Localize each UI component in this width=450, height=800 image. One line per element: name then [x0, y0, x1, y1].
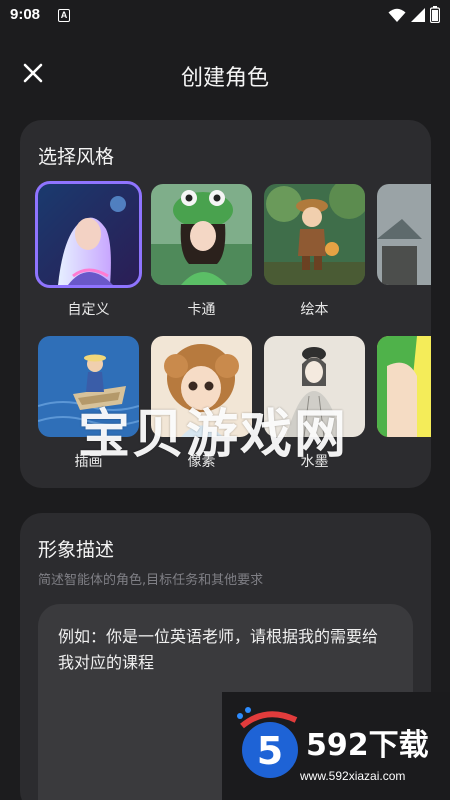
cartoon-style-image — [151, 184, 252, 285]
style-option-partial-2[interactable] — [377, 336, 431, 451]
custom-style-image — [38, 184, 139, 285]
picture-book-style-image — [264, 184, 365, 285]
style-option-custom[interactable]: 自定义 — [35, 181, 142, 319]
logo-emblem-icon: 5 — [237, 707, 298, 778]
signal-icon — [411, 7, 425, 22]
landscape-style-image — [377, 184, 431, 285]
style-option-cartoon[interactable]: 卡通 — [151, 184, 252, 319]
status-bar: 9:08 A — [0, 0, 450, 32]
logo-url: www.592xiazai.com — [300, 769, 406, 783]
description-subtitle: 简述智能体的角色,目标任务和其他要求 — [38, 573, 264, 588]
style-thumbnail[interactable] — [35, 181, 142, 288]
logo-number: 5 — [257, 729, 283, 773]
watermark-text: 宝贝游戏网 — [78, 405, 349, 465]
style-option-picture-book[interactable]: 绘本 — [264, 184, 365, 319]
notification-badge: A — [58, 9, 70, 22]
top-bar: 创建角色 — [0, 48, 450, 98]
style-option-partial[interactable] — [377, 184, 431, 299]
style-label: 自定义 — [67, 302, 110, 318]
style-thumbnail[interactable] — [377, 184, 431, 285]
page-title: 创建角色 — [180, 66, 269, 91]
site-logo: 5 592下载 www.592xiazai.com — [222, 692, 450, 800]
style-thumbnail[interactable] — [151, 184, 252, 285]
logo-text: 592下载 — [306, 728, 429, 763]
style-thumbnail[interactable] — [264, 184, 365, 285]
style-label: 绘本 — [300, 302, 329, 318]
wifi-icon — [388, 8, 406, 22]
status-icons — [388, 6, 440, 23]
battery-icon — [430, 6, 440, 23]
description-text: 例如：你是一位英语老师，请根据我的需要给我对应的课程 — [58, 627, 379, 672]
description-heading: 形象描述 — [38, 539, 115, 561]
style-label: 卡通 — [187, 302, 216, 318]
status-time: 9:08 — [10, 6, 41, 23]
anime-style-image — [377, 336, 431, 437]
style-heading: 选择风格 — [38, 146, 115, 168]
style-thumbnail[interactable] — [377, 336, 431, 437]
